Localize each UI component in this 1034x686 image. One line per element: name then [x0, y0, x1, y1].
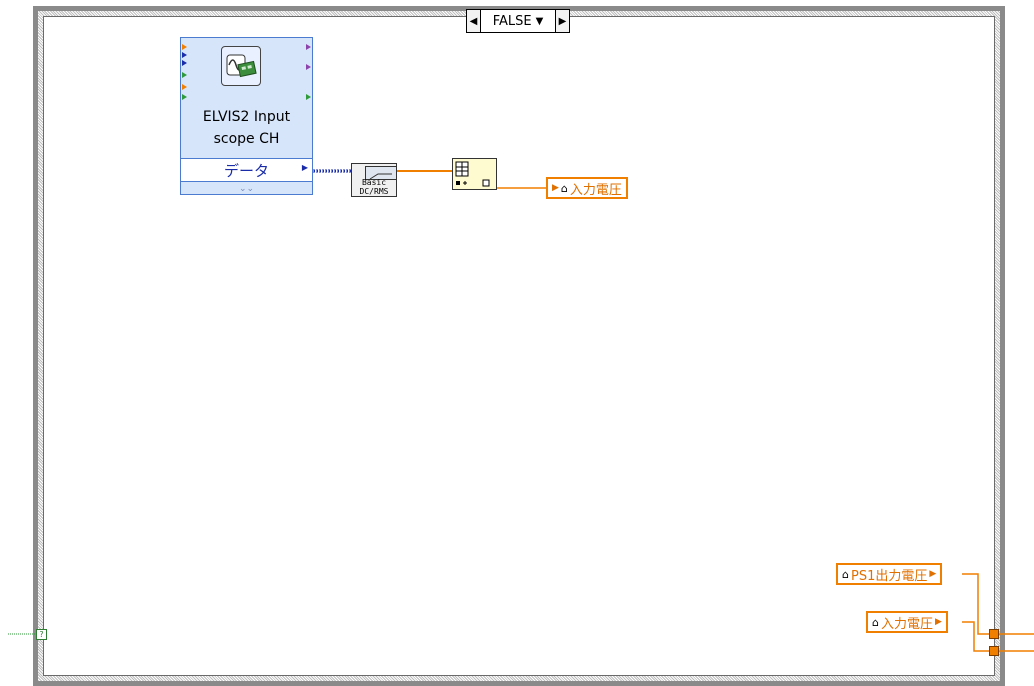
input-terminal[interactable]: [182, 72, 187, 78]
oscilloscope-icon: [221, 46, 261, 86]
input-terminal[interactable]: [182, 84, 187, 90]
output-tunnel[interactable]: [989, 629, 999, 639]
output-terminal[interactable]: [306, 44, 311, 50]
output-tunnel[interactable]: [989, 646, 999, 656]
output-terminal[interactable]: [306, 64, 311, 70]
data-output-terminal[interactable]: データ ▶: [181, 158, 312, 181]
output-arrow-icon: ▶: [301, 163, 308, 172]
home-icon: ⌂: [560, 181, 568, 195]
local-var-label: PS1出力電圧: [850, 568, 928, 584]
case-selector-label[interactable]: FALSE ▼: [481, 10, 555, 32]
input-terminal[interactable]: [182, 44, 187, 50]
express-vi-title: ELVIS2 Input scope CH: [202, 109, 291, 147]
elvis-input-express-vi[interactable]: ELVIS2 Input scope CH データ ▶ ⌄⌄: [180, 37, 313, 195]
expand-handle[interactable]: ⌄⌄: [181, 181, 312, 196]
input-terminal[interactable]: [182, 94, 187, 100]
basic-dc-rms-vi[interactable]: Basic DC/RMS: [351, 163, 397, 197]
output-terminal[interactable]: [306, 94, 311, 100]
home-icon: ⌂: [842, 567, 849, 581]
dropdown-icon[interactable]: ▼: [536, 16, 544, 27]
input-voltage-local-var-write[interactable]: ▶ ⌂ 入力電圧: [546, 177, 628, 199]
data-output-label: データ: [223, 161, 269, 180]
case-selector[interactable]: ◀ FALSE ▼ ▶: [466, 9, 570, 33]
case-selector-tunnel[interactable]: ?: [36, 629, 47, 640]
input-terminal[interactable]: [182, 52, 187, 58]
build-array-node[interactable]: [452, 158, 497, 190]
write-arrow-icon: ▶: [552, 183, 559, 193]
local-var-label: 入力電圧: [880, 616, 933, 632]
dc-rms-label: Basic DC/RMS: [359, 178, 389, 196]
build-array-icon: [455, 161, 490, 187]
prev-case-button[interactable]: ◀: [467, 10, 481, 32]
read-arrow-icon: ▶: [935, 617, 942, 627]
ps1-output-voltage-local-var-read[interactable]: ⌂ PS1出力電圧 ▶: [836, 563, 943, 585]
next-case-button[interactable]: ▶: [555, 10, 569, 32]
case-value: FALSE: [492, 13, 532, 29]
local-var-label: 入力電圧: [569, 182, 622, 198]
input-voltage-local-var-read[interactable]: ⌂ 入力電圧 ▶: [866, 611, 948, 633]
input-terminal[interactable]: [182, 60, 187, 66]
read-arrow-icon: ▶: [929, 569, 937, 579]
home-icon: ⌂: [872, 615, 879, 629]
